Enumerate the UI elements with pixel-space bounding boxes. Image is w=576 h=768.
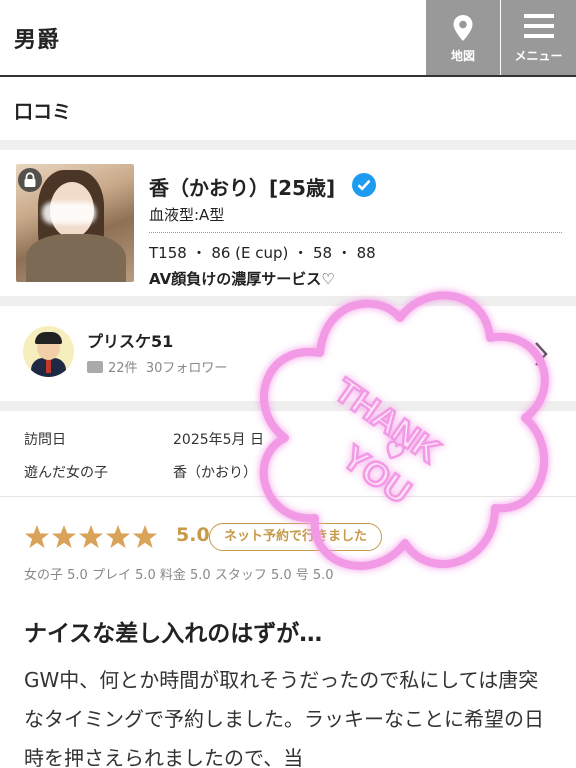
avatar[interactable]: [23, 326, 74, 377]
avatar-hair: [35, 332, 62, 344]
visited-girl-value: 香（かおり）: [173, 465, 257, 481]
follower-count: 30フォロワー: [145, 361, 228, 376]
site-header: 男爵 地図 メニュー: [0, 0, 576, 77]
map-pin-icon: [453, 15, 473, 41]
sub-scores: 女の子 5.0 プレイ 5.0 料金 5.0 スタッフ 5.0 号 5.0: [24, 568, 334, 583]
visit-date-label: 訪問日: [24, 432, 66, 448]
section-title: 口コミ: [14, 101, 72, 123]
visited-girl-row: 遊んだ女の子 香（かおり）: [0, 462, 576, 492]
map-button[interactable]: 地図: [426, 0, 500, 75]
star-icon: [25, 525, 49, 548]
map-button-label: 地図: [450, 49, 475, 63]
verified-check-icon: [352, 173, 376, 197]
hamburger-icon: [523, 14, 554, 38]
star-icon: [133, 525, 157, 548]
visited-girl-label: 遊んだ女の子: [24, 465, 108, 481]
review-detail: 訪問日 2025年5月 日 遊んだ女の子 香（かおり） 5.0 ネット予約で行き…: [0, 411, 576, 768]
lock-icon: [18, 168, 42, 192]
photo-body: [26, 234, 126, 282]
visit-date-row: 訪問日 2025年5月 日: [0, 429, 576, 459]
chevron-right-icon[interactable]: [533, 340, 549, 368]
girl-measurements: T158 ・ 86 (E cup) ・ 58 ・ 88: [149, 244, 376, 262]
star-icon: [52, 525, 76, 548]
photo-blur: [42, 202, 96, 224]
girl-name[interactable]: 香（かおり）[25歳]: [149, 172, 335, 201]
section-header: 口コミ: [0, 77, 576, 140]
reviewer-name[interactable]: プリスケ51: [87, 328, 173, 352]
site-logo[interactable]: 男爵: [14, 22, 60, 54]
menu-button[interactable]: メニュー: [501, 0, 576, 75]
reviewer-card[interactable]: プリスケ51 22件 30フォロワー: [0, 306, 576, 401]
divider: [149, 232, 562, 233]
net-reservation-badge: ネット予約で行きました: [209, 523, 383, 551]
avatar-tie: [46, 359, 51, 373]
rating-score: 5.0: [176, 524, 210, 546]
star-icon: [79, 525, 103, 548]
reviewer-meta: 22件 30フォロワー: [87, 357, 227, 376]
divider: [0, 496, 576, 497]
menu-button-label: メニュー: [514, 49, 563, 63]
star-icon: [106, 525, 130, 548]
girl-card[interactable]: 香（かおり）[25歳] 血液型:A型 T158 ・ 86 (E cup) ・ 5…: [0, 150, 576, 296]
review-title: ナイスな差し入れのはずが…: [24, 621, 323, 647]
girl-catchphrase: AV顔負けの濃厚サービス♡: [149, 270, 335, 288]
girl-blood-type: 血液型:A型: [149, 206, 225, 224]
comment-icon: [87, 361, 103, 373]
review-body: GW中、何とか時間が取れそうだったので私にしては唐突なタイミングで予約しました。…: [24, 668, 544, 768]
review-count: 22件: [108, 361, 138, 376]
star-rating: [25, 525, 157, 548]
visit-date-value: 2025年5月 日: [173, 432, 264, 448]
